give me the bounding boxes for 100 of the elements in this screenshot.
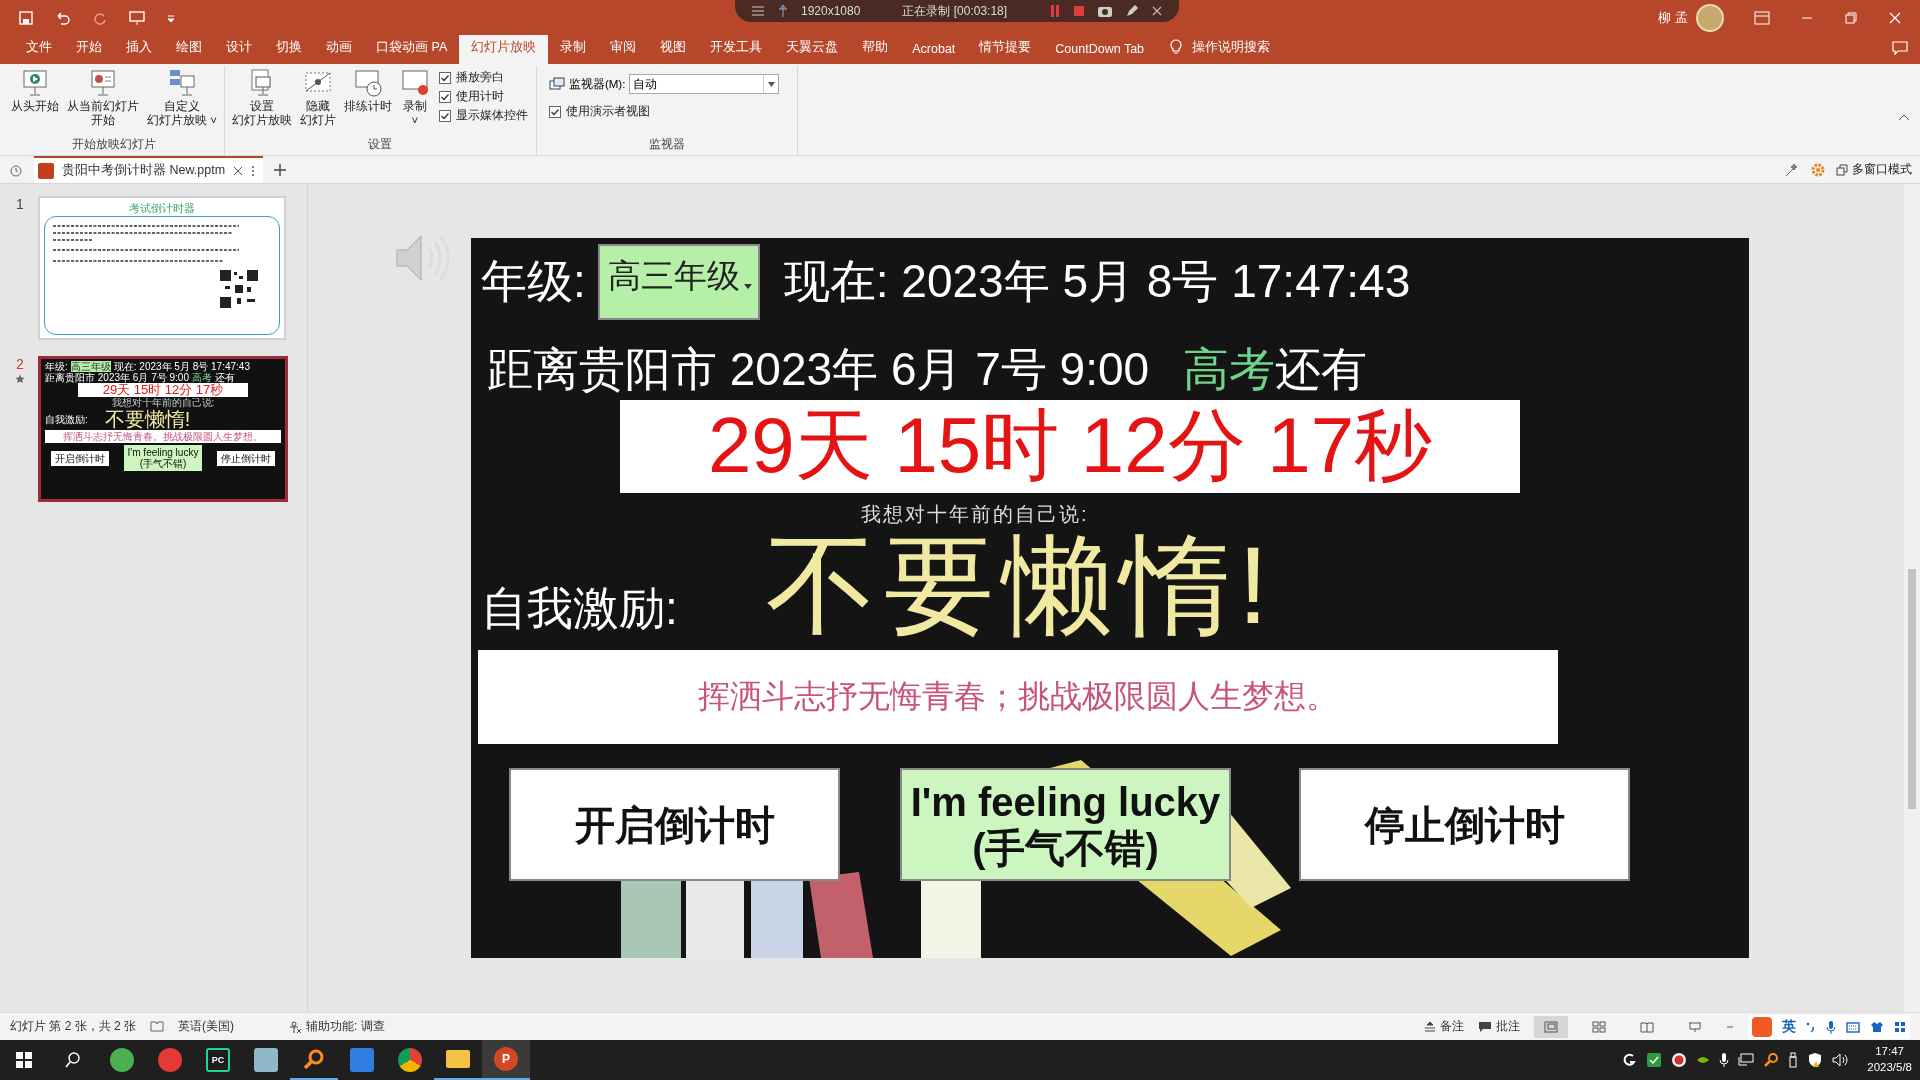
avatar-icon[interactable] [1696, 3, 1724, 32]
menu-tab[interactable]: 情节提要 [967, 33, 1044, 64]
ribbon-display-icon[interactable] [1754, 10, 1770, 25]
notes-button[interactable]: 备注 [1424, 1018, 1464, 1035]
save-icon[interactable] [18, 9, 34, 26]
grade-dropdown: 高三年级 [70, 361, 111, 372]
menu-tab[interactable]: 录制 [548, 33, 599, 64]
input-language[interactable]: 英 [1782, 1017, 1796, 1036]
menu-tab[interactable]: 绘图 [164, 33, 214, 64]
ribbon-button[interactable]: 从当前幻灯片 开始 [64, 66, 142, 130]
countdown-button[interactable]: I'm feeling lucky (手气不错) [900, 768, 1231, 881]
qr-code-drawing [219, 269, 259, 309]
restore-icon[interactable] [1844, 10, 1858, 25]
ribbon-button[interactable]: 从头开始 [8, 66, 62, 116]
checkbox[interactable]: 使用计时 [438, 89, 528, 104]
input-method-logo-icon[interactable] [1752, 1016, 1772, 1037]
camera-icon[interactable] [1097, 4, 1114, 18]
shirt-icon[interactable] [1870, 1020, 1884, 1033]
user-name[interactable]: 柳 孟 [1658, 8, 1688, 27]
menu-tab[interactable]: Acrobat [900, 36, 968, 64]
usb-drive-icon[interactable] [1788, 1052, 1799, 1068]
countdown-button[interactable]: 开启倒计时 [509, 768, 840, 881]
countdown-button: 开启倒计时 [51, 450, 109, 466]
menu-tab[interactable]: 天翼云盘 [774, 33, 851, 64]
network-icon[interactable] [1738, 1053, 1755, 1067]
ribbon-button[interactable]: 自定义 幻灯片放映 ˅ [144, 66, 220, 130]
magic-wand-icon[interactable] [1784, 161, 1800, 178]
menu-tab[interactable]: 切换 [264, 33, 314, 64]
menu-tab[interactable]: 审阅 [598, 33, 649, 64]
tell-me-search[interactable]: 操作说明搜索 [1186, 33, 1283, 64]
wechat-icon[interactable] [1646, 1052, 1663, 1068]
menu-tab[interactable]: 视图 [648, 33, 699, 64]
ribbon-button[interactable]: 设置 幻灯片放映 [228, 66, 295, 130]
document-name: 贵阳中考倒计时器 New.pptm [62, 162, 226, 179]
grade-dropdown[interactable]: 高三年级 [597, 244, 760, 320]
ribbon-button[interactable]: 隐藏 幻灯片 [296, 66, 339, 130]
menu-icon[interactable] [751, 5, 765, 17]
clock-date[interactable]: 2023/5/8 [1867, 1060, 1912, 1076]
group-label: 监视器 [647, 137, 686, 152]
nvidia-icon[interactable] [1696, 1054, 1711, 1066]
plus-icon[interactable] [273, 162, 288, 177]
microphone-icon[interactable] [1719, 1052, 1730, 1068]
volume-icon[interactable] [1832, 1053, 1849, 1067]
pin-icon[interactable] [777, 4, 789, 18]
countdown-button[interactable]: 停止倒计时 [1299, 768, 1630, 881]
menu-tab[interactable]: CountDown Tab [1043, 36, 1157, 64]
undo-icon[interactable] [54, 9, 72, 26]
comments-button[interactable]: 批注 [1478, 1018, 1520, 1035]
vertical-scrollbar[interactable] [1904, 184, 1920, 1012]
more-icon[interactable] [251, 164, 256, 177]
collapse-ribbon-icon[interactable] [1898, 113, 1910, 121]
taskbar-app[interactable]: P [482, 1040, 530, 1080]
app-icon [158, 1048, 182, 1072]
customize-icon[interactable] [166, 12, 176, 23]
document-tab[interactable]: 贵阳中考倒计时器 New.pptm [34, 156, 264, 183]
accessibility-status[interactable]: 辅助功能: 调查 [288, 1018, 385, 1035]
menu-tab[interactable]: 帮助 [850, 33, 901, 64]
ribbon-button[interactable]: 排练计时 [340, 66, 395, 116]
menu-tab[interactable]: 幻灯片放映 [459, 33, 549, 64]
record-icon[interactable] [1671, 1052, 1688, 1068]
grid-icon[interactable] [1894, 1020, 1906, 1033]
taskbar-app[interactable]: PC [194, 1040, 242, 1080]
menu-tab[interactable]: 动画 [314, 33, 364, 64]
menu-tab[interactable]: 插入 [114, 33, 164, 64]
view-button[interactable] [1534, 1015, 1568, 1038]
punctuation-icon[interactable] [1806, 1020, 1816, 1033]
checkbox[interactable]: 播放旁白 [438, 70, 528, 85]
close-icon[interactable] [233, 165, 244, 176]
language-indicator[interactable]: 英语(美国) [178, 1018, 235, 1035]
ribbon-button[interactable]: 录制 ˅ [396, 66, 433, 130]
countdown-button: 停止倒计时 [217, 450, 275, 466]
windows-start-icon[interactable] [15, 1051, 33, 1069]
stop-icon[interactable] [1073, 5, 1086, 17]
menu-tab[interactable]: 设计 [214, 33, 264, 64]
motivation-label: 自我激励: [45, 413, 88, 425]
pen-icon[interactable] [1125, 4, 1140, 18]
bird-app-icon [350, 1048, 374, 1072]
menu-tab[interactable]: 开始 [64, 33, 114, 64]
checkbox[interactable]: 显示媒体控件 [438, 108, 528, 123]
search-icon[interactable] [64, 1051, 82, 1069]
monitor-dropdown[interactable]: 自动 [629, 74, 780, 94]
spelling-check-icon[interactable] [150, 1020, 165, 1033]
powerpoint-file-icon [38, 162, 54, 179]
checkbox[interactable]: 使用演示者视图 [548, 104, 789, 119]
security-shield-icon[interactable] [1807, 1052, 1824, 1068]
magnifier-icon[interactable] [1763, 1052, 1780, 1068]
multi-window-button[interactable]: 多窗口模式 [1836, 161, 1912, 178]
menu-tab[interactable]: 口袋动画 PA [364, 33, 460, 64]
presentation-icon[interactable] [128, 9, 146, 26]
pause-icon[interactable] [1049, 4, 1062, 18]
comment-icon[interactable] [1892, 41, 1908, 55]
menu-tab[interactable]: 开发工具 [698, 33, 775, 64]
clock-time[interactable]: 17:47 [1875, 1044, 1904, 1060]
tray-app-icon[interactable] [1623, 1053, 1638, 1067]
keyboard-icon[interactable] [1846, 1020, 1860, 1033]
menu-tab[interactable]: 文件 [14, 33, 64, 64]
browser-icon [110, 1048, 134, 1072]
slide-thumbnail[interactable]: 年级: 高三年级 现在: 2023年 5月 8号 17:47:43 距离贵阳市 2023年 6月 7号 9:00 高考 还有 29天 15时 12分 17秒 我想对十年前的自己说: 自我激励: 不要懒惰! 挥洒斗志抒无悔青春。挑战极限圆人生梦想。 开启倒计时 I'm feeling lucky (手气不错) 停止倒计时 [38, 356, 288, 502]
slide-count: 幻灯片 第 2 张，共 2 张 [10, 1018, 137, 1035]
close-icon[interactable] [1151, 5, 1164, 17]
